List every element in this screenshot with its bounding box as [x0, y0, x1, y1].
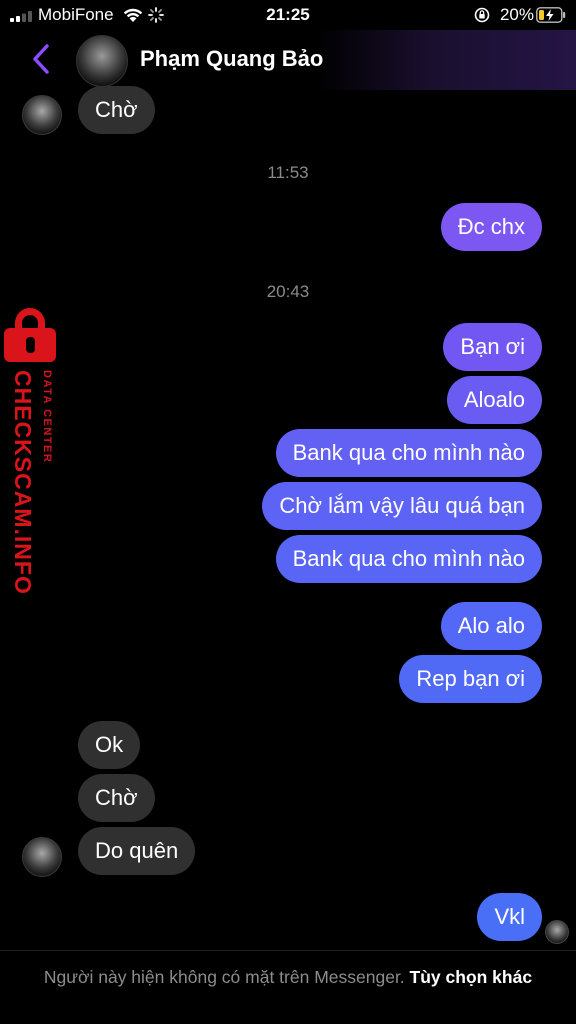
contact-name[interactable]: Phạm Quang Bảo — [140, 46, 323, 72]
battery-percentage: 20% — [499, 5, 534, 24]
message-bubble-outgoing[interactable]: Aloalo — [446, 376, 542, 424]
timestamp: 11:53 — [267, 163, 309, 182]
contact-avatar-small[interactable] — [22, 95, 62, 135]
message-bubble-outgoing[interactable]: Bạn ơi — [443, 323, 542, 371]
message-bubble-outgoing[interactable]: Vkl — [477, 893, 542, 941]
contact-avatar-small[interactable] — [22, 837, 62, 877]
message-bubble-outgoing[interactable]: Đc chx — [440, 203, 542, 251]
rotation-lock-icon — [474, 7, 490, 23]
message-bubble-outgoing[interactable]: Alo alo — [440, 602, 542, 650]
message-bubble-incoming[interactable]: Chờ — [78, 86, 155, 134]
message-bubble-incoming[interactable]: Ok — [78, 721, 141, 769]
keyhole-icon — [26, 337, 35, 353]
message-bubble-incoming[interactable]: Do quên — [78, 827, 196, 875]
contact-avatar[interactable] — [76, 35, 128, 87]
footer-divider — [0, 950, 576, 951]
watermark-subtitle: DATA CENTER — [41, 370, 53, 464]
seen-receipt-avatar — [545, 920, 569, 944]
battery-charging-icon — [536, 7, 566, 23]
message-bubble-outgoing[interactable]: Bank qua cho mình nào — [275, 535, 542, 583]
more-options-link[interactable]: Tùy chọn khác — [410, 967, 533, 987]
message-bubble-incoming[interactable]: Chờ — [78, 774, 155, 822]
checkscam-watermark: CHECKSCAM.INFO DATA CENTER — [4, 308, 62, 598]
status-bar: MobiFone 21:25 20% — [0, 0, 576, 30]
unavailable-notice-text: Người này hiện không có mặt trên Messeng… — [43, 967, 405, 987]
back-chevron-icon[interactable] — [28, 42, 54, 76]
message-bubble-outgoing[interactable]: Bank qua cho mình nào — [275, 429, 542, 477]
unavailable-notice: Người này hiện không có mặt trên Messeng… — [40, 966, 536, 989]
message-bubble-outgoing[interactable]: Rep bạn ơi — [399, 655, 542, 703]
timestamp: 20:43 — [266, 282, 310, 301]
chat-header: Phạm Quang Bảo — [0, 30, 576, 90]
watermark-brand: CHECKSCAM.INFO — [10, 370, 36, 595]
message-bubble-outgoing[interactable]: Chờ lắm vậy lâu quá bạn — [262, 482, 542, 530]
